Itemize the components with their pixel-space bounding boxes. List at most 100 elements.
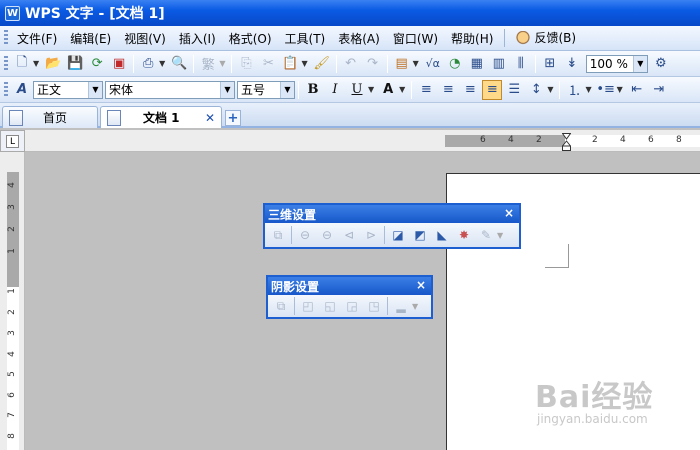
redo-icon[interactable]: ↷: [363, 54, 383, 74]
decrease-indent-icon[interactable]: ⇤: [627, 80, 647, 100]
menu-edit[interactable]: 编辑(E): [64, 27, 117, 50]
underline-dropdown-icon[interactable]: ▼: [368, 85, 374, 94]
line-spacing-icon[interactable]: ↕: [526, 80, 546, 100]
zoom-select[interactable]: 100 % ▼: [585, 54, 648, 73]
align-distributed-icon[interactable]: ☰: [504, 80, 524, 100]
char-format-button[interactable]: A: [378, 80, 398, 100]
menu-window[interactable]: 窗口(W): [387, 27, 444, 50]
copy-icon[interactable]: ⎘: [236, 54, 256, 74]
columns-icon[interactable]: ▥: [489, 54, 509, 74]
tilt-down-icon[interactable]: ⊖: [295, 225, 315, 245]
align-right-icon[interactable]: ≡: [460, 80, 480, 100]
font-size-select[interactable]: 五号 ▼: [237, 80, 295, 99]
tab-document-1[interactable]: 文档 1 ✕: [100, 106, 222, 128]
menu-feedback[interactable]: 反馈(B): [509, 26, 582, 50]
header-dropdown-icon[interactable]: ▼: [413, 59, 419, 68]
new-dropdown-icon[interactable]: ▼: [33, 59, 39, 68]
bold-button[interactable]: B: [303, 80, 323, 100]
export-pdf-icon[interactable]: ▣: [109, 54, 129, 74]
format-painter-icon[interactable]: 🖌: [312, 54, 332, 74]
nudge-shadow-up-icon[interactable]: ◰: [298, 296, 318, 316]
options-icon[interactable]: ⚙: [651, 54, 671, 74]
tab-stop-selector[interactable]: L: [6, 135, 19, 148]
align-left-icon[interactable]: ≡: [416, 80, 436, 100]
font-size-dropdown-icon[interactable]: ▼: [280, 81, 294, 98]
new-document-icon[interactable]: 🗋: [12, 54, 32, 74]
tilt-left-icon[interactable]: ⊲: [339, 225, 359, 245]
toolbar-grip[interactable]: [4, 55, 8, 72]
increase-indent-icon[interactable]: ⇥: [649, 80, 669, 100]
text-direction-icon[interactable]: ⫼: [511, 54, 531, 74]
insert-chart-icon[interactable]: ◔: [445, 54, 465, 74]
menu-file[interactable]: 文件(F): [11, 27, 63, 50]
print-dropdown-icon[interactable]: ▼: [159, 59, 165, 68]
close-3d-toolbar-icon[interactable]: ×: [504, 206, 514, 220]
open-folder-icon[interactable]: 📂: [43, 54, 63, 74]
paste-icon[interactable]: 📋: [280, 54, 300, 74]
horizontal-ruler[interactable]: 6 4 2 2 4 6 8: [25, 130, 700, 152]
share-icon[interactable]: ⟳: [87, 54, 107, 74]
menu-view[interactable]: 视图(V): [118, 27, 172, 50]
text-boundary-corner-mark: [545, 244, 569, 268]
bullet-list-icon[interactable]: •≡: [596, 80, 616, 100]
lighting-icon[interactable]: ◣: [432, 225, 452, 245]
insert-table-icon[interactable]: ▦: [467, 54, 487, 74]
menu-format[interactable]: 格式(O): [223, 27, 278, 50]
shadow-settings-title-bar[interactable]: 阴影设置 ×: [268, 277, 431, 295]
toolbar-grip[interactable]: [4, 81, 8, 98]
shadow-toggle-icon[interactable]: ⧉: [271, 296, 291, 316]
shadow-color-icon[interactable]: ▂: [391, 296, 411, 316]
print-preview-icon[interactable]: 🔍: [169, 54, 189, 74]
font-select[interactable]: 宋体 ▼: [105, 80, 235, 99]
new-tab-icon[interactable]: +: [225, 110, 241, 126]
tilt-right-icon[interactable]: ⊳: [361, 225, 381, 245]
align-center-icon[interactable]: ≡: [438, 80, 458, 100]
close-tab-icon[interactable]: ✕: [205, 111, 215, 125]
direction-icon[interactable]: ◩: [410, 225, 430, 245]
paste-dropdown-icon[interactable]: ▼: [301, 59, 307, 68]
font-dropdown-icon[interactable]: ▼: [220, 81, 234, 98]
tilt-up-icon[interactable]: ⊖: [317, 225, 337, 245]
nudge-shadow-down-icon[interactable]: ◱: [320, 296, 340, 316]
nudge-shadow-left-icon[interactable]: ◲: [342, 296, 362, 316]
style-dropdown-icon[interactable]: ▼: [88, 81, 102, 98]
3d-settings-title-bar[interactable]: 三维设置 ×: [265, 205, 519, 223]
3d-color-icon[interactable]: ✎: [476, 225, 496, 245]
style-select[interactable]: 正文 ▼: [33, 80, 103, 99]
undo-icon[interactable]: ↶: [341, 54, 361, 74]
bullet-list-dropdown-icon[interactable]: ▼: [617, 85, 623, 94]
italic-button[interactable]: I: [325, 80, 345, 100]
align-justify-icon[interactable]: ≡: [482, 79, 503, 100]
numbered-list-icon[interactable]: ⒈: [564, 80, 584, 100]
indent-marker-icon[interactable]: [562, 133, 571, 151]
menu-help[interactable]: 帮助(H): [445, 27, 499, 50]
document-map-icon[interactable]: ⊞: [540, 54, 560, 74]
nudge-shadow-right-icon[interactable]: ◳: [364, 296, 384, 316]
line-spacing-dropdown-icon[interactable]: ▼: [547, 85, 553, 94]
numbered-list-dropdown-icon[interactable]: ▼: [585, 85, 591, 94]
menu-tools[interactable]: 工具(T): [279, 27, 332, 50]
menu-insert[interactable]: 插入(I): [173, 27, 222, 50]
underline-button[interactable]: U: [347, 80, 367, 100]
cut-icon[interactable]: ✂: [258, 54, 278, 74]
print-icon[interactable]: ⎙: [138, 54, 158, 74]
3d-color-dropdown-icon[interactable]: ▼: [497, 231, 503, 240]
menu-table[interactable]: 表格(A): [332, 27, 386, 50]
menu-grip[interactable]: [4, 30, 8, 46]
close-shadow-toolbar-icon[interactable]: ×: [416, 278, 426, 292]
formula-icon[interactable]: √α: [423, 54, 443, 74]
zoom-dropdown-icon[interactable]: ▼: [632, 55, 647, 72]
chinese-convert-dropdown-icon[interactable]: ▼: [219, 59, 225, 68]
header-footer-icon[interactable]: ▤: [392, 54, 412, 74]
traditional-chinese-icon[interactable]: 繁: [198, 54, 218, 74]
vertical-ruler[interactable]: 4 3 2 1 1 2 3 4 5 6 7 8: [0, 152, 25, 450]
show-marks-icon[interactable]: ↡: [562, 54, 582, 74]
save-icon[interactable]: 💾: [65, 54, 85, 74]
shadow-color-dropdown-icon[interactable]: ▼: [412, 302, 418, 311]
styles-icon[interactable]: A: [12, 80, 32, 100]
tab-home[interactable]: 首页: [2, 106, 98, 128]
char-format-dropdown-icon[interactable]: ▼: [399, 85, 405, 94]
3d-toggle-icon[interactable]: ⧉: [268, 225, 288, 245]
surface-icon[interactable]: ✸: [454, 225, 474, 245]
depth-icon[interactable]: ◪: [388, 225, 408, 245]
